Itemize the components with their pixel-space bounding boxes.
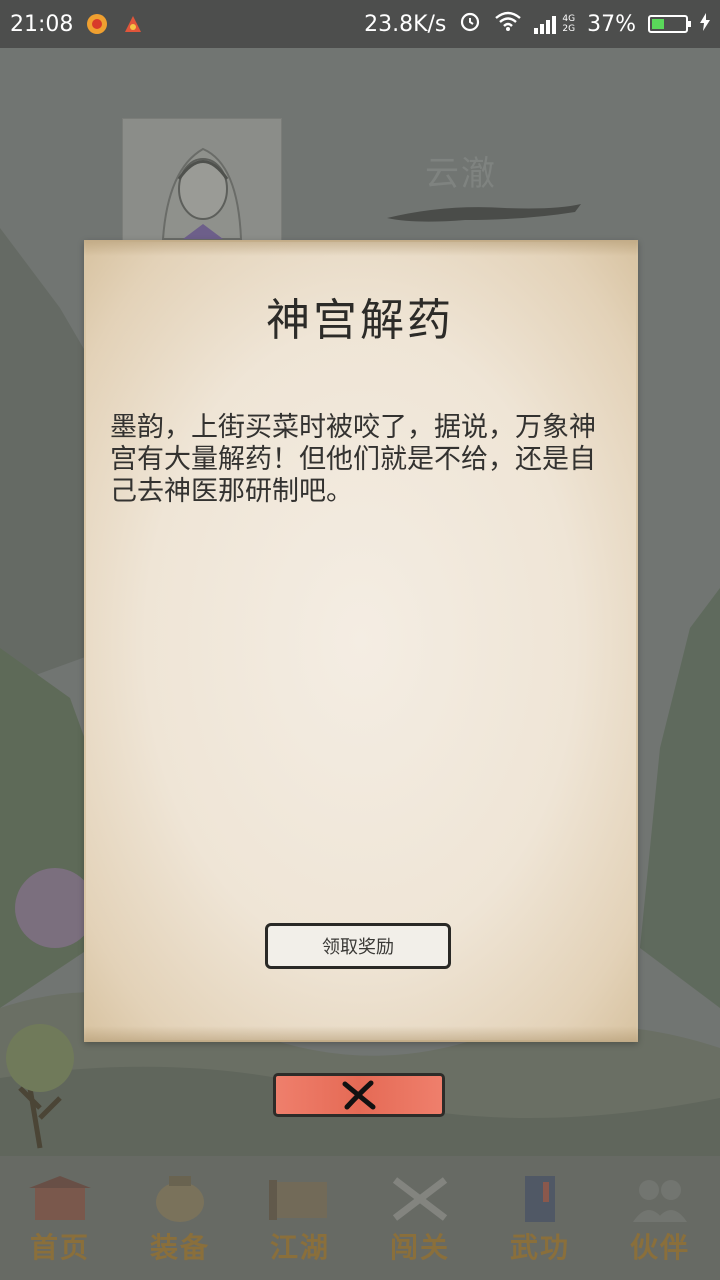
nav-jianghu[interactable]: 江湖 [250, 1165, 350, 1275]
nav-label: 伙伴 [629, 1231, 690, 1264]
nav-equipment[interactable]: 装备 [130, 1165, 230, 1275]
gate-icon [29, 1176, 91, 1220]
nav-label: 首页 [29, 1231, 90, 1264]
battery-percent: 37% [587, 11, 636, 37]
charging-icon [700, 12, 710, 37]
status-bar: 21:08 23.8K/s 4G 2G 37% [0, 0, 720, 48]
jar-icon [156, 1176, 204, 1222]
status-time: 21:08 [10, 11, 74, 37]
scroll-icon [269, 1180, 327, 1220]
people-icon [633, 1180, 687, 1222]
network-label-4g: 4G [562, 14, 576, 24]
music-app-icon [85, 12, 109, 36]
claim-reward-button[interactable]: 领取奖励 [265, 923, 451, 969]
bottom-nav: 首页 装备 江湖 闯关 武功 伙伴 [0, 1160, 720, 1280]
wifi-icon [494, 10, 522, 38]
nav-label: 闯关 [389, 1231, 450, 1264]
alarm-icon [458, 9, 482, 39]
nav-label: 装备 [149, 1231, 210, 1264]
close-button[interactable] [273, 1073, 445, 1117]
nav-stages[interactable]: 闯关 [370, 1165, 470, 1275]
nav-label: 江湖 [269, 1231, 330, 1264]
dialog-title: 神宫解药 [266, 295, 454, 346]
game-app-icon [121, 12, 145, 36]
nav-label: 武功 [509, 1231, 570, 1264]
swords-icon [392, 1177, 448, 1221]
quest-dialog [84, 240, 638, 1042]
nav-home[interactable]: 首页 [10, 1165, 110, 1275]
network-label-2g: 2G [562, 24, 576, 34]
ink-brush-stroke [387, 204, 581, 222]
hero-name: 云澈 [425, 154, 497, 194]
book-icon [525, 1176, 555, 1222]
net-speed: 23.8K/s [364, 11, 447, 37]
dialog-body: 墨韵，上街买菜时被咬了，据说，万象神宫有大量解药！但他们就是不给，还是自己去神医… [110, 412, 596, 507]
nav-martial-arts[interactable]: 武功 [490, 1165, 590, 1275]
close-icon [342, 1080, 376, 1110]
signal-icon: 4G 2G [534, 14, 575, 34]
battery-icon [648, 15, 691, 33]
nav-partners[interactable]: 伙伴 [610, 1165, 710, 1275]
hero-portrait [122, 118, 282, 250]
